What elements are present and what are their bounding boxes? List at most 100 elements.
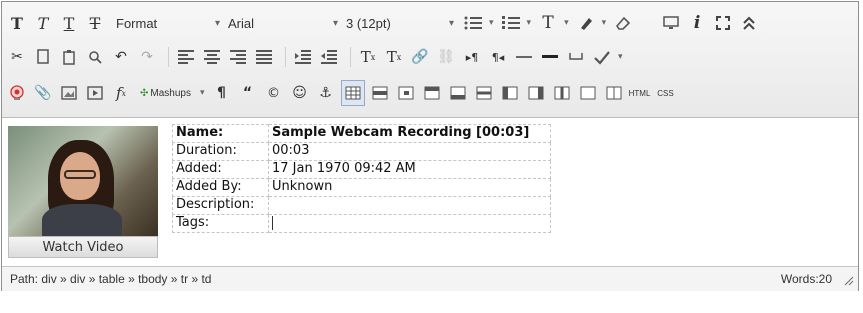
- record-webcam-icon[interactable]: [6, 81, 28, 105]
- insert-table-icon[interactable]: [340, 80, 365, 106]
- font-family-dropdown[interactable]: Arial ▾: [228, 11, 338, 35]
- fullscreen-icon[interactable]: [712, 11, 734, 35]
- description-value[interactable]: [268, 196, 551, 215]
- delete-col-icon[interactable]: [551, 81, 573, 105]
- attachment-icon[interactable]: 📎: [32, 81, 54, 105]
- info-icon[interactable]: i: [686, 11, 708, 35]
- preview-icon[interactable]: [660, 11, 682, 35]
- align-center-icon[interactable]: [201, 45, 223, 69]
- toolbar-row-3: 📎 fx ✣ Mashups ▾ ¶ “ © ☺ ⚓ HTML CSS: [6, 78, 681, 108]
- underline-icon[interactable]: T: [58, 11, 80, 35]
- find-icon[interactable]: [84, 45, 106, 69]
- word-count: Words:20: [780, 272, 832, 286]
- horizontal-rule-icon[interactable]: [513, 45, 535, 69]
- unlink-icon[interactable]: ⛓: [435, 45, 457, 69]
- name-value: Sample Webcam Recording [00:03]: [268, 124, 551, 143]
- status-bar: Path: div » div » table » tbody » tr » t…: [2, 266, 858, 291]
- insert-col-after-icon[interactable]: [525, 81, 547, 105]
- mashups-dropdown[interactable]: ✣ Mashups: [136, 81, 195, 105]
- text-caret: [272, 215, 273, 230]
- cut-icon[interactable]: ✂: [6, 45, 28, 69]
- outdent-icon[interactable]: [318, 45, 340, 69]
- align-left-icon[interactable]: [175, 45, 197, 69]
- math-formula-icon[interactable]: fx: [110, 81, 132, 105]
- indent-icon[interactable]: [292, 45, 314, 69]
- rtl-direction-icon[interactable]: ¶◂: [487, 45, 509, 69]
- redo-icon[interactable]: ↷: [136, 45, 158, 69]
- element-path: Path: div » div » table » tbody » tr » t…: [10, 272, 212, 286]
- toolbar-divider: [350, 47, 351, 67]
- insert-row-after-icon[interactable]: [447, 81, 469, 105]
- table-row: Tags:: [172, 214, 551, 233]
- highlight-pen-icon[interactable]: [575, 11, 597, 35]
- numbered-list-icon[interactable]: [500, 11, 522, 35]
- blockquote-icon[interactable]: “: [237, 81, 259, 105]
- subscript-icon[interactable]: Tx: [383, 45, 405, 69]
- image-icon[interactable]: [58, 81, 80, 105]
- merge-cells-icon[interactable]: [603, 81, 625, 105]
- chevron-down-icon[interactable]: ▾: [200, 88, 205, 98]
- collapse-toolbar-icon[interactable]: [738, 11, 760, 35]
- superscript-icon[interactable]: Tx: [357, 45, 379, 69]
- text-color-icon[interactable]: T: [537, 11, 559, 35]
- name-key: Name:: [172, 124, 269, 143]
- toolbar-divider: [168, 47, 169, 67]
- bold-icon[interactable]: T: [6, 11, 28, 35]
- mashups-label: Mashups: [150, 87, 191, 99]
- added-value: 17 Jan 1970 09:42 AM: [268, 160, 551, 179]
- insert-col-before-icon[interactable]: [499, 81, 521, 105]
- chevron-down-icon[interactable]: ▾: [489, 18, 494, 28]
- video-thumbnail-block: Watch Video: [8, 126, 158, 258]
- spellcheck-icon[interactable]: [591, 45, 613, 69]
- chevron-down-icon: ▾: [214, 17, 220, 29]
- thick-rule-icon[interactable]: [539, 45, 561, 69]
- tags-value[interactable]: [268, 214, 551, 233]
- toolbar-row-1: T T T T Format ▾ Arial ▾ 3 (12pt) ▾ ▾ ▾ T ▾: [6, 8, 764, 38]
- strikethrough-icon[interactable]: T: [84, 11, 106, 35]
- resize-grip-icon[interactable]: [842, 274, 854, 286]
- watch-video-button[interactable]: Watch Video: [8, 236, 158, 258]
- editor-content[interactable]: Watch Video Name: Sample Webcam Recordin…: [2, 120, 858, 260]
- link-icon[interactable]: 🔗: [409, 45, 431, 69]
- delete-row-icon[interactable]: [473, 81, 495, 105]
- paragraph-mark-icon[interactable]: ¶: [211, 81, 233, 105]
- paste-icon[interactable]: [58, 45, 80, 69]
- italic-icon[interactable]: T: [32, 11, 54, 35]
- split-cells-icon[interactable]: [577, 81, 599, 105]
- duration-value: 00:03: [268, 142, 551, 161]
- ltr-direction-icon[interactable]: ▸¶: [461, 45, 483, 69]
- media-icon[interactable]: [84, 81, 106, 105]
- table-row: Added By: Unknown: [172, 178, 551, 197]
- chevron-down-icon[interactable]: ▾: [602, 18, 607, 28]
- format-label: Format: [116, 15, 158, 31]
- align-justify-icon[interactable]: [253, 45, 275, 69]
- font-size-dropdown[interactable]: 3 (12pt) ▾: [346, 11, 454, 35]
- video-thumbnail[interactable]: [8, 126, 158, 236]
- html-source-button[interactable]: HTML: [629, 81, 651, 105]
- anchor-icon[interactable]: ⚓: [315, 81, 337, 105]
- css-button[interactable]: CSS: [655, 81, 677, 105]
- text-editor: T T T T Format ▾ Arial ▾ 3 (12pt) ▾ ▾ ▾ T ▾: [1, 1, 859, 291]
- eraser-icon[interactable]: [612, 11, 634, 35]
- table-row-props-icon[interactable]: [369, 81, 391, 105]
- table-row: Duration: 00:03: [172, 142, 551, 161]
- chevron-down-icon: ▾: [332, 17, 338, 29]
- size-label: 3 (12pt): [346, 15, 391, 31]
- align-right-icon[interactable]: [227, 45, 249, 69]
- chevron-down-icon[interactable]: ▾: [564, 18, 569, 28]
- nonbreaking-space-icon[interactable]: [565, 45, 587, 69]
- chevron-down-icon[interactable]: ▾: [527, 18, 532, 28]
- recording-details-table: Name: Sample Webcam Recording [00:03] Du…: [172, 124, 551, 233]
- copyright-icon[interactable]: ©: [263, 81, 285, 105]
- added-by-key: Added By:: [172, 178, 269, 197]
- chevron-down-icon[interactable]: ▾: [618, 52, 623, 62]
- emoticon-icon[interactable]: ☺: [289, 81, 311, 105]
- undo-icon[interactable]: ↶: [110, 45, 132, 69]
- insert-row-before-icon[interactable]: [421, 81, 443, 105]
- duration-key: Duration:: [172, 142, 269, 161]
- toolbar-row-2: ✂ ↶ ↷ T x T x 🔗 ⛓ ▸¶ ¶◂ ▾: [6, 42, 623, 72]
- table-cell-props-icon[interactable]: [395, 81, 417, 105]
- copy-icon[interactable]: [32, 45, 54, 69]
- bullet-list-icon[interactable]: [462, 11, 484, 35]
- format-dropdown[interactable]: Format ▾: [110, 11, 220, 35]
